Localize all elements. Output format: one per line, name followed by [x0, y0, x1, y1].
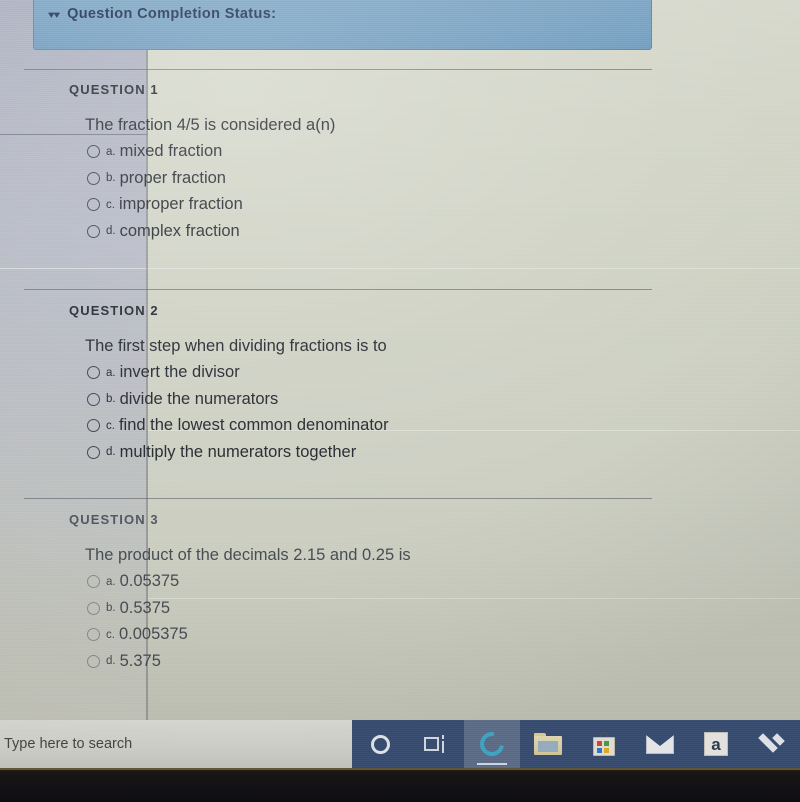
radio-button-icon[interactable]: [87, 224, 100, 238]
question-stem: The fraction 4/5 is considered a(n): [85, 116, 336, 134]
question-divider-2: [24, 289, 652, 290]
choice-text: 5.375: [119, 651, 161, 670]
chevron-double-down-icon[interactable]: ▾▾: [48, 9, 60, 19]
radio-button-icon[interactable]: [87, 601, 100, 615]
taskbar-item-edge[interactable]: [464, 720, 520, 768]
search-placeholder-text: Type here to search: [4, 736, 133, 752]
radio-button-icon[interactable]: [87, 171, 100, 185]
taskbar-item-mail[interactable]: [632, 720, 688, 768]
choice-option[interactable]: b. divide the numerators: [87, 386, 652, 413]
choice-option[interactable]: d. multiply the numerators together: [87, 439, 652, 466]
mail-icon: [646, 734, 674, 754]
question-stem: The product of the decimals 2.15 and 0.2…: [85, 546, 411, 564]
choice-letter: a.: [106, 145, 116, 158]
question-heading: QUESTION 2: [69, 303, 159, 318]
task-view-icon: [424, 735, 448, 753]
monitor-bezel: [0, 768, 800, 802]
choice-text: mixed fraction: [119, 142, 223, 161]
cortana-icon: [370, 734, 390, 754]
radio-button-icon[interactable]: [87, 145, 100, 159]
banner-inner: ▾▾ Question Completion Status:: [48, 6, 276, 22]
radio-button-icon[interactable]: [87, 198, 100, 212]
question-divider-1: [24, 69, 652, 70]
choice-letter: b.: [106, 393, 116, 406]
taskbar-item-amazon[interactable]: a: [688, 720, 744, 768]
radio-button-icon[interactable]: [87, 628, 100, 642]
choice-letter: c.: [106, 198, 115, 211]
radio-button-icon[interactable]: [87, 419, 100, 433]
monitor-screen-area: ▾▾ Question Completion Status: QUESTION …: [0, 0, 800, 768]
amazon-icon: a: [704, 732, 728, 756]
taskbar-item-file-explorer[interactable]: [520, 720, 576, 768]
banner-title: Question Completion Status:: [67, 6, 277, 22]
choice-letter: d.: [106, 225, 116, 238]
taskbar-item-dropbox[interactable]: [744, 720, 800, 768]
choice-letter: b.: [106, 172, 116, 185]
question-divider-3: [24, 498, 652, 499]
taskbar-item-microsoft-store[interactable]: [576, 720, 632, 768]
radio-button-icon[interactable]: [87, 445, 100, 459]
choice-letter: c.: [106, 419, 115, 432]
question-block-3: QUESTION 3 The product of the decimals 2…: [0, 512, 652, 674]
choice-list: a. mixed fraction b. proper fraction c. …: [87, 138, 652, 244]
choice-text: complex fraction: [119, 221, 240, 240]
choice-option[interactable]: a. 0.05375: [87, 568, 652, 595]
taskbar-item-task-view[interactable]: [408, 720, 464, 768]
microsoft-store-icon: [593, 732, 615, 756]
choice-text: 0.05375: [119, 572, 180, 591]
taskbar-item-cortana[interactable]: [352, 720, 408, 768]
choice-letter: b.: [106, 602, 116, 615]
radio-button-icon[interactable]: [87, 575, 100, 589]
choice-letter: a.: [106, 366, 116, 379]
radio-button-icon[interactable]: [87, 392, 100, 406]
choice-list: a. invert the divisor b. divide the nume…: [87, 359, 652, 465]
left-panel-divider-2: [0, 268, 148, 269]
choice-text: proper fraction: [119, 168, 226, 187]
choice-text: multiply the numerators together: [119, 442, 357, 461]
choice-text: 0.5375: [119, 598, 171, 617]
search-input[interactable]: Type here to search: [0, 720, 352, 768]
windows-taskbar: Type here to search a: [0, 720, 800, 768]
question-stem: The first step when dividing fractions i…: [85, 337, 387, 355]
choice-option[interactable]: b. 0.5375: [87, 595, 652, 622]
question-block-1: QUESTION 1 The fraction 4/5 is considere…: [0, 82, 652, 244]
choice-option[interactable]: c. 0.005375: [87, 621, 652, 648]
file-explorer-icon: [534, 733, 562, 755]
radio-button-icon[interactable]: [87, 654, 100, 668]
choice-text: find the lowest common denominator: [118, 416, 389, 435]
choice-letter: d.: [106, 446, 116, 459]
question-block-2: QUESTION 2 The first step when dividing …: [0, 303, 652, 465]
choice-text: improper fraction: [118, 195, 243, 214]
choice-option[interactable]: c. find the lowest common denominator: [87, 412, 652, 439]
choice-letter: c.: [106, 628, 115, 641]
screenshot-root: ▾▾ Question Completion Status: QUESTION …: [0, 0, 800, 802]
question-heading: QUESTION 1: [69, 82, 159, 97]
choice-option[interactable]: a. mixed fraction: [87, 138, 652, 165]
question-heading: QUESTION 3: [69, 512, 159, 527]
question-completion-status-banner[interactable]: ▾▾ Question Completion Status:: [33, 0, 652, 50]
radio-button-icon[interactable]: [87, 366, 100, 380]
choice-text: divide the numerators: [119, 389, 279, 408]
edge-browser-icon: [475, 727, 509, 761]
choice-option[interactable]: c. improper fraction: [87, 191, 652, 218]
choice-option[interactable]: a. invert the divisor: [87, 359, 652, 386]
choice-list: a. 0.05375 b. 0.5375 c. 0.005375 d. 5.37…: [87, 568, 652, 674]
choice-text: 0.005375: [118, 625, 188, 644]
choice-letter: d.: [106, 655, 116, 668]
choice-letter: a.: [106, 575, 116, 588]
dropbox-icon: [758, 733, 786, 755]
choice-option[interactable]: d. complex fraction: [87, 218, 652, 245]
choice-option[interactable]: b. proper fraction: [87, 165, 652, 192]
choice-text: invert the divisor: [119, 363, 240, 382]
choice-option[interactable]: d. 5.375: [87, 648, 652, 675]
